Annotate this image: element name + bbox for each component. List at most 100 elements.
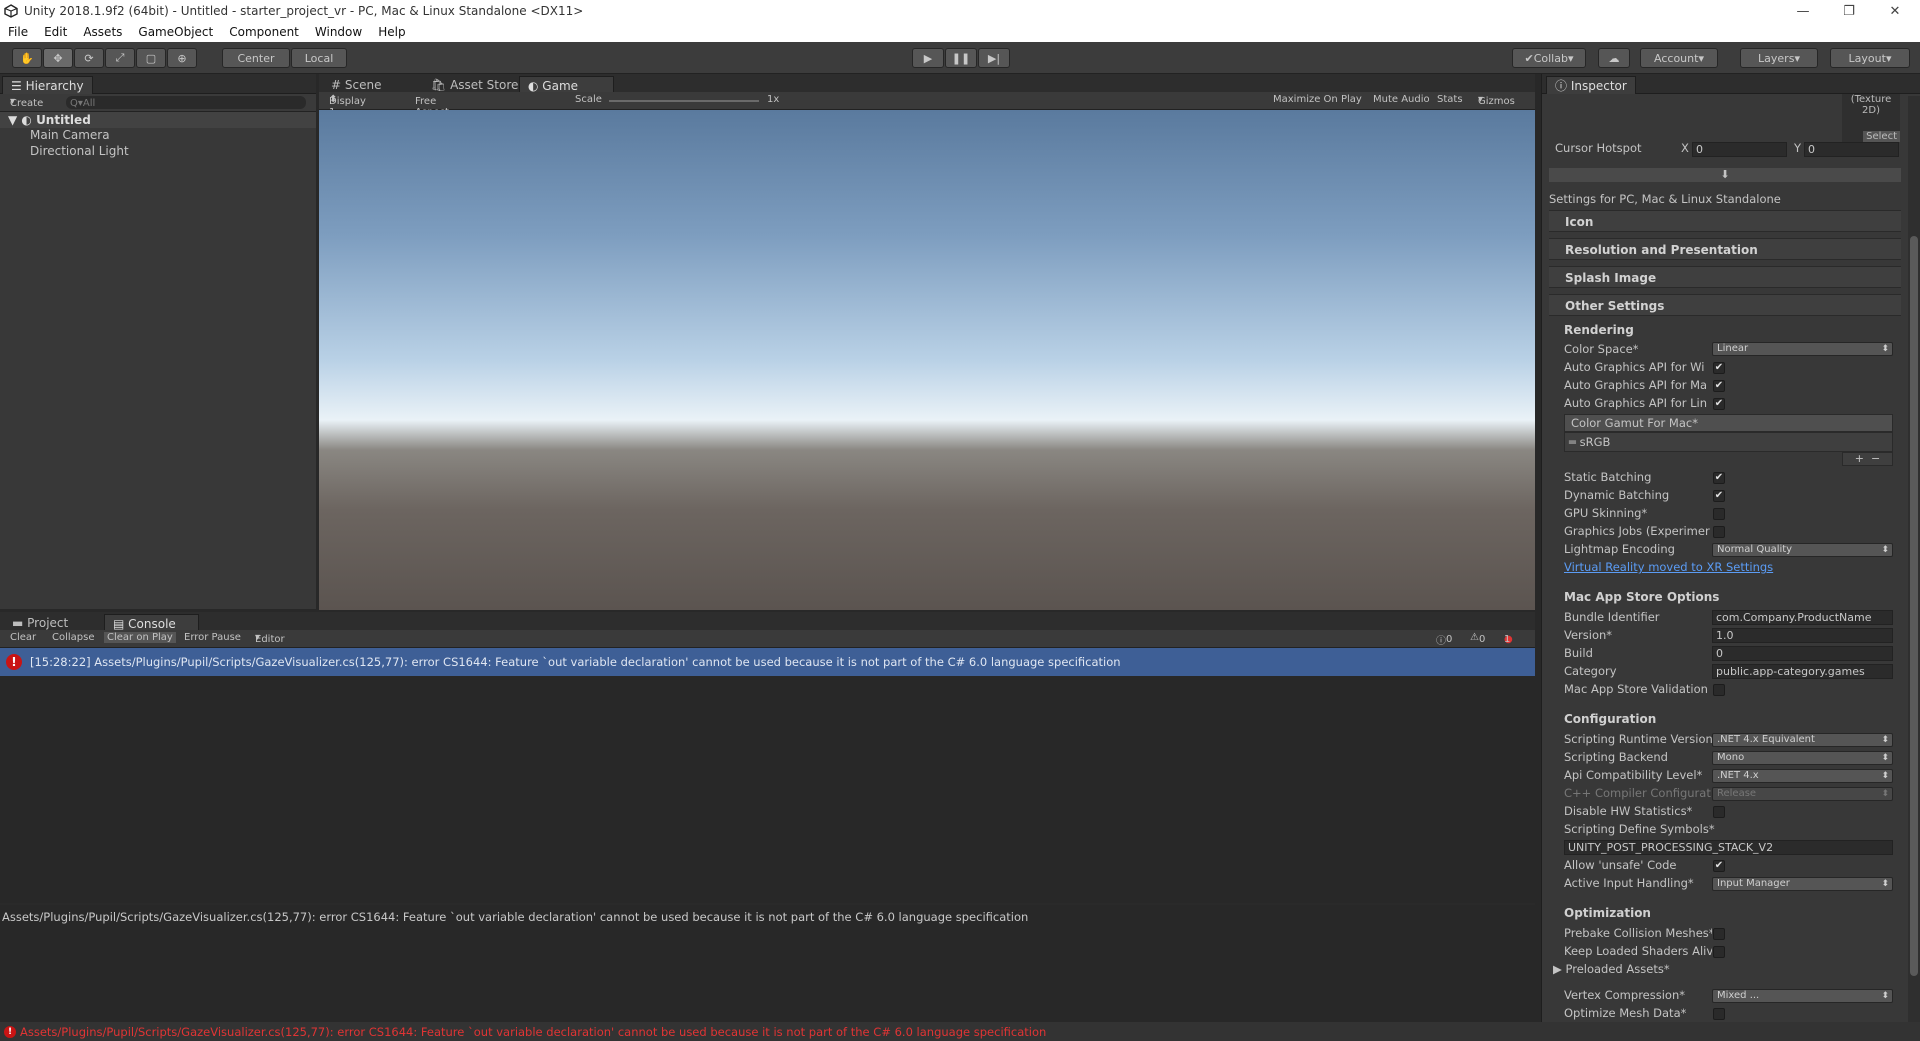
auto-api-win-checkbox[interactable]: ✔ (1713, 362, 1725, 374)
define-symbols-label: Scripting Define Symbols* (1564, 822, 1715, 836)
gamut-list-item[interactable]: ═ sRGB (1564, 432, 1893, 452)
menu-component[interactable]: Component (221, 25, 307, 39)
section-icon[interactable]: Icon (1549, 210, 1901, 232)
inspector-scrollbar[interactable] (1908, 96, 1920, 1022)
graphics-jobs-checkbox[interactable] (1713, 526, 1725, 538)
clear-on-play-button[interactable]: Clear on Play (104, 632, 176, 643)
lightmap-encoding-dropdown[interactable]: Normal Quality (1712, 543, 1893, 557)
menu-edit[interactable]: Edit (36, 25, 75, 39)
tab-hierarchy[interactable]: ☰ Hierarchy (2, 76, 93, 94)
input-handling-dropdown[interactable]: Input Manager (1712, 877, 1893, 891)
move-tool-icon[interactable]: ✥ (43, 48, 73, 68)
info-count[interactable]: ⓘ 0 (1436, 632, 1452, 647)
vr-settings-link[interactable]: Virtual Reality moved to XR Settings (1564, 560, 1773, 574)
prebake-label: Prebake Collision Meshes* (1564, 926, 1712, 940)
vertex-compression-dropdown[interactable]: Mixed ... (1712, 989, 1893, 1003)
pivot-local-button[interactable]: Local (291, 48, 347, 68)
scripting-backend-dropdown[interactable]: Mono (1712, 751, 1893, 765)
tab-inspector[interactable]: ⓘ Inspector (1546, 76, 1636, 94)
editor-dropdown[interactable]: Editor ▾ (255, 632, 285, 645)
game-tab-label: Game (542, 78, 579, 93)
download-icon[interactable]: ⬇ (1549, 168, 1901, 182)
hand-tool-icon[interactable]: ✋ (12, 48, 42, 68)
texture-preview[interactable]: (Texture 2D) Select (1842, 94, 1900, 142)
category-input[interactable]: public.app-category.games (1712, 664, 1893, 679)
transform-tool-icon[interactable]: ⊕ (167, 48, 197, 68)
pivot-local-label: Local (304, 51, 334, 65)
scale-value: 1x (767, 94, 780, 105)
section-other-settings[interactable]: Other Settings (1549, 294, 1901, 316)
dynamic-batching-checkbox[interactable]: ✔ (1713, 490, 1725, 502)
layers-button[interactable]: Layers ▾ (1740, 48, 1818, 68)
scale-tool-icon[interactable]: ⤢ (105, 48, 135, 68)
version-input[interactable]: 1.0 (1712, 628, 1893, 643)
gamut-item-label: sRGB (1579, 435, 1611, 449)
disable-hw-checkbox[interactable] (1713, 806, 1725, 818)
unsafe-code-checkbox[interactable]: ✔ (1713, 860, 1725, 872)
hotspot-y-input[interactable]: 0 (1804, 142, 1899, 157)
rotate-tool-icon[interactable]: ⟳ (74, 48, 104, 68)
scale-slider[interactable] (609, 100, 759, 102)
bundle-id-input[interactable]: com.Company.ProductName (1712, 610, 1893, 625)
step-icon[interactable]: ▶| (978, 48, 1010, 68)
auto-api-linux-checkbox[interactable]: ✔ (1713, 398, 1725, 410)
preloaded-assets-foldout[interactable]: ▶ Preloaded Assets* (1553, 962, 1670, 976)
warning-count[interactable]: ⚠ 0 (1470, 632, 1485, 645)
build-input[interactable]: 0 (1712, 646, 1893, 661)
mute-audio-toggle[interactable]: Mute Audio (1373, 94, 1430, 105)
hierarchy-item-main-camera[interactable]: Main Camera (30, 128, 110, 142)
close-icon[interactable]: ✕ (1872, 0, 1918, 22)
hierarchy-search-input[interactable]: Q▾All (66, 96, 306, 109)
layers-label: Layers (1758, 51, 1795, 65)
inspector-scroll-thumb[interactable] (1910, 236, 1918, 976)
clear-button[interactable]: Clear (10, 632, 36, 643)
texture-select-button[interactable]: Select (1863, 131, 1900, 142)
cloud-icon[interactable]: ☁ (1598, 48, 1630, 68)
runtime-version-dropdown[interactable]: .NET 4.x Equivalent (1712, 733, 1893, 747)
maximize-icon[interactable]: ❐ (1826, 0, 1872, 22)
scene-row[interactable]: ▼ ◐ Untitled (0, 112, 316, 128)
bundle-id-label: Bundle Identifier (1564, 610, 1660, 624)
auto-api-mac-checkbox[interactable]: ✔ (1713, 380, 1725, 392)
define-symbols-input[interactable]: UNITY_POST_PROCESSING_STACK_V2 (1564, 840, 1893, 855)
gizmos-dropdown[interactable]: Gizmos ▾ (1478, 94, 1515, 107)
layout-button[interactable]: Layout ▾ (1830, 48, 1910, 68)
game-view[interactable] (319, 110, 1535, 610)
pivot-center-button[interactable]: Center (222, 48, 290, 68)
menu-assets[interactable]: Assets (75, 25, 130, 39)
console-entry[interactable]: ! [15:28:22] Assets/Plugins/Pupil/Script… (0, 648, 1535, 676)
menu-gameobject[interactable]: GameObject (130, 25, 221, 39)
stats-toggle[interactable]: Stats (1437, 94, 1463, 105)
menu-window[interactable]: Window (307, 25, 370, 39)
static-batching-checkbox[interactable]: ✔ (1713, 472, 1725, 484)
menu-help[interactable]: Help (370, 25, 413, 39)
hierarchy-item-directional-light[interactable]: Directional Light (30, 144, 129, 158)
gpu-skinning-checkbox[interactable] (1713, 508, 1725, 520)
status-bar[interactable]: ! Assets/Plugins/Pupil/Scripts/GazeVisua… (0, 1022, 1920, 1041)
pause-icon[interactable]: ❚❚ (945, 48, 977, 68)
api-level-dropdown[interactable]: .NET 4.x (1712, 769, 1893, 783)
add-icon[interactable]: + (1855, 452, 1864, 465)
account-button[interactable]: Account ▾ (1640, 48, 1718, 68)
display-dropdown[interactable]: Display 1 ⬍ (329, 94, 366, 118)
mac-validation-checkbox[interactable] (1713, 684, 1725, 696)
play-icon[interactable]: ▶ (912, 48, 944, 68)
section-resolution[interactable]: Resolution and Presentation (1549, 238, 1901, 260)
rect-tool-icon[interactable]: ▢ (136, 48, 166, 68)
section-splash[interactable]: Splash Image (1549, 266, 1901, 288)
menu-file[interactable]: File (0, 25, 36, 39)
collapse-button[interactable]: Collapse (52, 632, 95, 643)
create-button[interactable]: Create ▾ (10, 96, 43, 109)
keep-shaders-checkbox[interactable] (1713, 946, 1725, 958)
color-space-dropdown[interactable]: Linear (1712, 342, 1893, 356)
console-divider[interactable] (0, 903, 1535, 905)
remove-icon[interactable]: − (1871, 452, 1880, 465)
minimize-icon[interactable]: — (1780, 0, 1826, 22)
maximize-on-play-toggle[interactable]: Maximize On Play (1273, 94, 1362, 105)
prebake-checkbox[interactable] (1713, 928, 1725, 940)
hotspot-x-input[interactable]: 0 (1692, 142, 1787, 157)
error-pause-button[interactable]: Error Pause (184, 632, 241, 643)
optimize-mesh-checkbox[interactable] (1713, 1008, 1725, 1020)
layout-label: Layout (1848, 51, 1886, 65)
collab-button[interactable]: ✔ Collab ▾ (1512, 48, 1586, 68)
